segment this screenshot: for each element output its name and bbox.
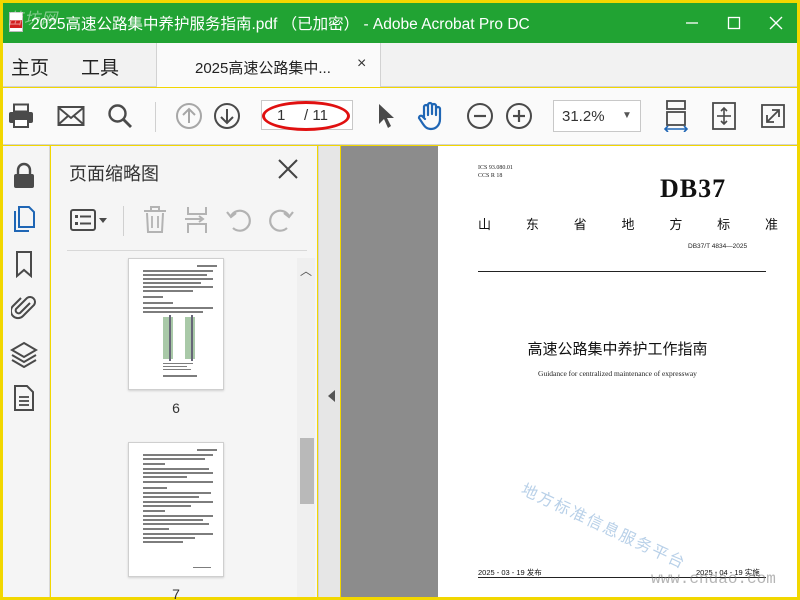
fit-width-button[interactable] — [660, 100, 692, 132]
highlight-annotation-ring — [262, 101, 350, 131]
page-thumbnails-panel: 页面缩略图 6 7 ︿ — [51, 146, 317, 600]
close-icon — [769, 16, 783, 30]
zoom-dropdown[interactable]: 31.2% ▼ — [553, 100, 641, 132]
document-subtitle: Guidance for centralized maintenance of … — [538, 369, 697, 378]
document-rule — [478, 271, 766, 272]
scrollbar-thumb[interactable] — [300, 438, 314, 504]
maximize-button[interactable] — [713, 3, 755, 43]
page-up-icon — [176, 103, 202, 129]
fit-width-icon — [663, 100, 689, 132]
window-controls — [671, 3, 797, 43]
chevron-down-icon: ▼ — [622, 110, 632, 121]
thumbnail-options-button[interactable] — [69, 204, 111, 236]
document-page: ICS 93.080.01 CCS R 18 DB37 山 东 省 地 方 标 … — [438, 146, 797, 597]
toolbar — [3, 88, 797, 145]
collapse-arrow-icon — [328, 390, 335, 402]
rotate-left-button[interactable] — [223, 204, 255, 236]
attachments-button[interactable] — [8, 292, 40, 324]
thumbnail-toolbar — [51, 204, 317, 244]
thumbnail-scrollbar[interactable]: ︿ — [297, 258, 315, 597]
layers-icon — [10, 341, 38, 368]
find-button[interactable] — [104, 100, 136, 132]
thumbnail-page-number: 6 — [172, 400, 180, 416]
document-properties-button[interactable] — [8, 382, 40, 414]
document-tab[interactable]: 2025高速公路集中... × — [156, 43, 381, 87]
menu-home[interactable]: 主页 — [11, 53, 49, 80]
document-view[interactable]: ICS 93.080.01 CCS R 18 DB37 山 东 省 地 方 标 … — [341, 146, 797, 597]
page-down-icon — [214, 103, 240, 129]
previous-page-button[interactable] — [173, 100, 205, 132]
panel-title: 页面缩略图 — [69, 164, 159, 184]
document-stamp-watermark: 地方标准信息服务平台 — [518, 481, 689, 573]
minimize-icon — [686, 22, 698, 24]
menu-tools[interactable]: 工具 — [81, 53, 119, 80]
pages-icon — [14, 206, 35, 232]
toolbar-separator — [123, 206, 124, 236]
document-prefix: DB37 — [660, 174, 727, 203]
page-thumbnail[interactable] — [128, 258, 224, 390]
title-bar: 苗坊网 2025高速公路集中养护服务指南.pdf （已加密） - Adobe A… — [3, 3, 797, 43]
document-standard-number: DB37/T 4834—2025 — [688, 243, 748, 250]
close-window-button[interactable] — [755, 3, 797, 43]
fit-page-button[interactable] — [708, 100, 740, 132]
thumbnail-page-number: 7 — [172, 586, 180, 600]
layers-button[interactable] — [8, 338, 40, 370]
site-watermark: www.cndao.com — [651, 570, 776, 588]
zoom-value: 31.2% — [562, 108, 605, 125]
rotate-right-icon — [269, 209, 294, 232]
close-icon — [278, 159, 298, 179]
printer-icon — [9, 103, 33, 128]
select-tool-button[interactable] — [369, 100, 401, 132]
page-thumbnail[interactable] — [128, 442, 224, 577]
mail-icon — [57, 106, 85, 126]
watermark-text: 苗坊网 — [7, 11, 59, 28]
search-icon — [108, 104, 132, 128]
options-icon — [70, 209, 107, 231]
tab-close-button[interactable]: × — [357, 55, 366, 73]
bookmarks-button[interactable] — [8, 248, 40, 280]
document-tab-label: 2025高速公路集中... — [195, 60, 331, 77]
maximize-icon — [727, 16, 741, 30]
insert-page-button[interactable] — [181, 204, 213, 236]
next-page-button[interactable] — [211, 100, 243, 132]
document-ics-code: ICS 93.080.01 CCS R 18 — [478, 165, 513, 179]
document-standard-heading: 山 东 省 地 方 标 准 — [478, 217, 778, 232]
print-button[interactable] — [5, 100, 37, 132]
zoom-in-icon — [506, 103, 532, 129]
zoom-in-button[interactable] — [503, 100, 535, 132]
delete-icon — [144, 206, 166, 233]
fullscreen-icon — [761, 104, 785, 128]
panel-divider — [67, 250, 307, 251]
attachment-icon — [11, 296, 36, 320]
zoom-out-button[interactable] — [464, 100, 496, 132]
select-cursor-icon — [379, 104, 394, 128]
window-title: 2025高速公路集中养护服务指南.pdf （已加密） - Adobe Acrob… — [31, 16, 530, 33]
panel-close-button[interactable] — [273, 154, 303, 184]
insert-icon — [185, 207, 207, 233]
fit-page-icon — [712, 102, 736, 130]
delete-page-button[interactable] — [139, 204, 171, 236]
lock-icon — [14, 162, 34, 188]
scroll-up-icon[interactable]: ︿ — [300, 262, 312, 279]
document-icon — [14, 385, 34, 411]
rotate-right-button[interactable] — [265, 204, 297, 236]
toolbar-separator — [155, 102, 156, 132]
rotate-left-icon — [226, 209, 251, 232]
hand-tool-button[interactable] — [415, 100, 447, 132]
page-thumbnails-button[interactable] — [8, 204, 40, 236]
minimize-button[interactable] — [671, 3, 713, 43]
fullscreen-button[interactable] — [757, 100, 789, 132]
zoom-out-icon — [467, 103, 493, 129]
panel-collapse-handle[interactable] — [318, 146, 340, 597]
email-button[interactable] — [55, 100, 87, 132]
bookmark-icon — [16, 251, 32, 278]
menu-bar: 主页 工具 2025高速公路集中... × — [3, 43, 797, 87]
security-button[interactable] — [8, 160, 40, 192]
document-title: 高速公路集中养护工作指南 — [527, 341, 708, 358]
navigation-rail — [3, 146, 50, 597]
hand-tool-icon — [417, 101, 442, 131]
